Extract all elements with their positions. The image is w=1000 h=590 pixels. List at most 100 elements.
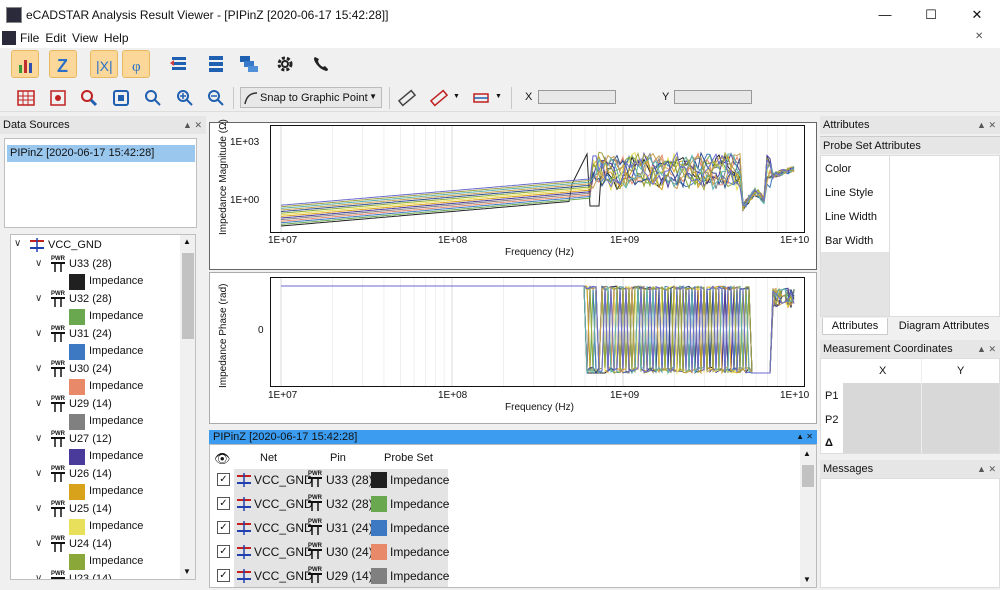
impedance-z-button[interactable]: Z bbox=[49, 50, 77, 78]
phone-icon[interactable] bbox=[307, 50, 335, 78]
row-visibility-checkbox[interactable]: ✓ bbox=[217, 569, 230, 582]
layout-right-icon[interactable] bbox=[165, 50, 193, 78]
chevron-down-icon[interactable]: ∨ bbox=[35, 328, 42, 339]
frequency-chart-button[interactable] bbox=[11, 50, 39, 78]
tab-attributes[interactable]: Attributes bbox=[822, 318, 888, 335]
tree-component[interactable]: U33 (28) bbox=[69, 256, 112, 273]
row-net[interactable]: VCC_GND bbox=[254, 497, 313, 511]
attr-line-width[interactable]: Line Width bbox=[822, 205, 998, 229]
tree-component[interactable]: U24 (14) bbox=[69, 536, 112, 553]
tree-component[interactable]: U23 (14) bbox=[69, 571, 112, 579]
chevron-down-icon[interactable]: ▼ bbox=[495, 93, 502, 100]
tree-probe-impedance[interactable]: Impedance bbox=[89, 553, 143, 570]
tree-component[interactable]: U25 (14) bbox=[69, 501, 112, 518]
menu-help[interactable]: Help bbox=[101, 30, 132, 46]
row-pin[interactable]: U31 (24) bbox=[326, 521, 373, 535]
tab-diagram-attributes[interactable]: Diagram Attributes bbox=[890, 318, 998, 335]
pin-close-icon[interactable]: ▲ ✕ bbox=[183, 116, 202, 134]
chevron-down-icon[interactable]: ▼ bbox=[453, 93, 460, 100]
tree-component[interactable]: U32 (28) bbox=[69, 291, 112, 308]
phase-button[interactable]: φ bbox=[122, 50, 150, 78]
gear-icon[interactable] bbox=[271, 50, 299, 78]
tree-component[interactable]: U31 (24) bbox=[69, 326, 112, 343]
grid-select-icon[interactable] bbox=[12, 84, 40, 112]
menu-edit[interactable]: Edit bbox=[42, 30, 69, 46]
chevron-down-icon[interactable]: ∨ bbox=[35, 468, 42, 479]
pin-close-icon[interactable]: ▲ ✕ bbox=[977, 460, 996, 478]
tree-probe-impedance[interactable]: Impedance bbox=[89, 273, 143, 290]
row-net[interactable]: VCC_GND bbox=[254, 545, 313, 559]
eye-icon[interactable]: 👁 bbox=[214, 451, 231, 467]
chevron-down-icon[interactable]: ∨ bbox=[35, 503, 42, 514]
row-net[interactable]: VCC_GND bbox=[254, 569, 313, 583]
chevron-down-icon[interactable]: ∨ bbox=[14, 238, 21, 249]
layout-cascade-icon[interactable] bbox=[235, 50, 263, 78]
zoom-window-icon[interactable] bbox=[139, 84, 167, 112]
row-net[interactable]: VCC_GND bbox=[254, 521, 313, 535]
row-pin[interactable]: U32 (28) bbox=[326, 497, 373, 511]
tree-probe-impedance[interactable]: Impedance bbox=[89, 413, 143, 430]
tree-probe-impedance[interactable]: Impedance bbox=[89, 378, 143, 395]
zoom-in-icon[interactable] bbox=[171, 84, 199, 112]
zoom-fit-icon[interactable] bbox=[107, 84, 135, 112]
ruler-red-icon[interactable] bbox=[425, 84, 453, 112]
table-scroll-thumb[interactable] bbox=[802, 465, 814, 487]
tree-probe-impedance[interactable]: Impedance bbox=[89, 483, 143, 500]
phase-plot-svg[interactable] bbox=[271, 278, 804, 386]
row-pin[interactable]: U33 (28) bbox=[326, 473, 373, 487]
chevron-down-icon[interactable]: ∨ bbox=[35, 573, 42, 579]
table-scrollbar[interactable]: ▲ ▼ bbox=[800, 445, 816, 587]
row-visibility-checkbox[interactable]: ✓ bbox=[217, 545, 230, 558]
snap-to-graphic-point-dropdown[interactable]: Snap to Graphic Point ▼ bbox=[240, 87, 382, 108]
scroll-down-icon[interactable]: ▼ bbox=[803, 575, 811, 584]
ruler-icon[interactable] bbox=[393, 84, 421, 112]
magnitude-button[interactable]: |X| bbox=[90, 50, 118, 78]
chevron-down-icon[interactable]: ∨ bbox=[35, 433, 42, 444]
chevron-down-icon[interactable]: ∨ bbox=[35, 538, 42, 549]
maximize-button[interactable]: ☐ bbox=[908, 0, 954, 30]
layout-stack-icon[interactable] bbox=[202, 50, 230, 78]
tree-scroll-thumb[interactable] bbox=[182, 253, 194, 339]
scroll-down-icon[interactable]: ▼ bbox=[183, 567, 191, 576]
pin-close-icon[interactable]: ▲ ✕ bbox=[977, 340, 996, 358]
row-visibility-checkbox[interactable]: ✓ bbox=[217, 473, 230, 486]
minimize-button[interactable]: — bbox=[862, 0, 908, 30]
app-menu-icon[interactable] bbox=[2, 31, 16, 45]
row-probe[interactable]: Impedance bbox=[390, 569, 449, 583]
pin-close-icon[interactable]: ▲ ✕ bbox=[796, 430, 813, 444]
tree-component[interactable]: U29 (14) bbox=[69, 396, 112, 413]
chevron-down-icon[interactable]: ∨ bbox=[35, 363, 42, 374]
menu-view[interactable]: View bbox=[69, 30, 101, 46]
tree-probe-impedance[interactable]: Impedance bbox=[89, 308, 143, 325]
menu-file[interactable]: File bbox=[17, 30, 42, 46]
horizontal-measure-icon[interactable] bbox=[467, 84, 495, 112]
chevron-down-icon[interactable]: ∨ bbox=[35, 398, 42, 409]
attr-bar-width[interactable]: Bar Width bbox=[822, 229, 998, 253]
magnitude-plot-svg[interactable] bbox=[271, 126, 804, 232]
tree-probe-impedance[interactable]: Impedance bbox=[89, 343, 143, 360]
scroll-up-icon[interactable]: ▲ bbox=[183, 237, 191, 246]
row-visibility-checkbox[interactable]: ✓ bbox=[217, 497, 230, 510]
row-visibility-checkbox[interactable]: ✓ bbox=[217, 521, 230, 534]
row-probe[interactable]: Impedance bbox=[390, 521, 449, 535]
row-pin[interactable]: U30 (24) bbox=[326, 545, 373, 559]
column-probe-set[interactable]: Probe Set bbox=[384, 452, 433, 464]
row-net[interactable]: VCC_GND bbox=[254, 473, 313, 487]
attr-line-style[interactable]: Line Style bbox=[822, 181, 998, 205]
tree-component[interactable]: U26 (14) bbox=[69, 466, 112, 483]
chevron-down-icon[interactable]: ∨ bbox=[35, 258, 42, 269]
tree-component[interactable]: U27 (12) bbox=[69, 431, 112, 448]
row-probe[interactable]: Impedance bbox=[390, 545, 449, 559]
tree-probe-impedance[interactable]: Impedance bbox=[89, 518, 143, 535]
row-probe[interactable]: Impedance bbox=[390, 497, 449, 511]
data-source-item[interactable]: PIPinZ [2020-06-17 15:42:28] bbox=[7, 145, 195, 162]
row-pin[interactable]: U29 (14) bbox=[326, 569, 373, 583]
column-net[interactable]: Net bbox=[260, 452, 277, 464]
close-button[interactable]: ✕ bbox=[954, 0, 1000, 30]
mdi-close-icon[interactable]: ✕ bbox=[975, 31, 983, 42]
chevron-down-icon[interactable]: ∨ bbox=[35, 293, 42, 304]
column-pin[interactable]: Pin bbox=[330, 452, 346, 464]
tree-net-vcc-gnd[interactable]: VCC_GND bbox=[48, 237, 102, 254]
row-probe[interactable]: Impedance bbox=[390, 473, 449, 487]
tree-component[interactable]: U30 (24) bbox=[69, 361, 112, 378]
